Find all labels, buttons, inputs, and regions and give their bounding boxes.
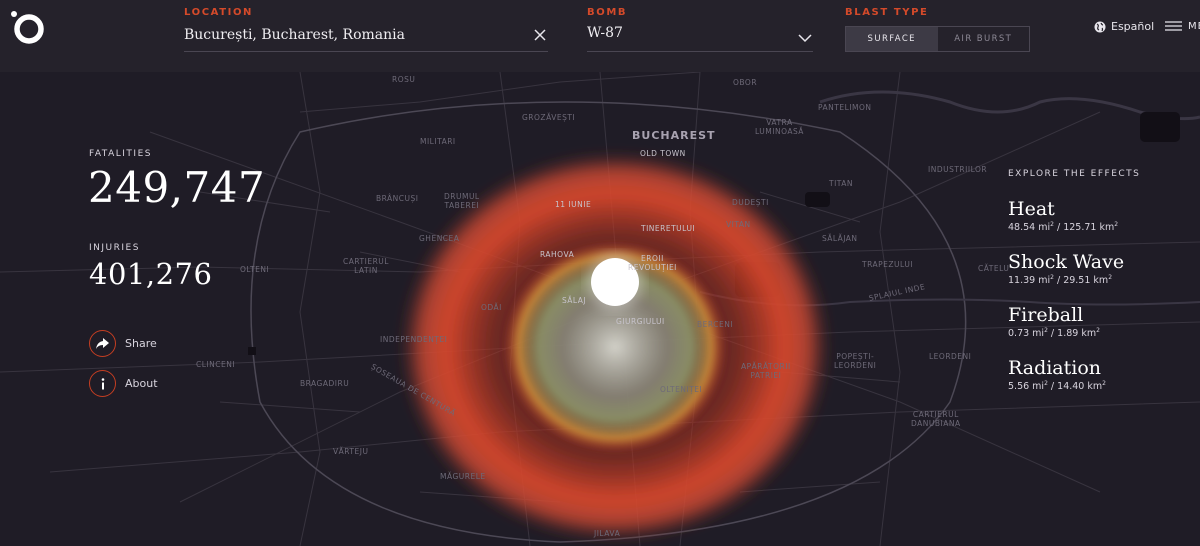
map-label-ghencea: GHENCEA [419,234,460,243]
city-label: BUCHAREST [632,129,716,142]
map-label-titan: TITAN [829,179,854,188]
injuries-label: INJURIES [89,243,140,253]
map-label-tineretului: TINERETULUI [641,224,696,233]
language-button[interactable]: Español [1094,20,1154,33]
effect-area: 48.54 mi2 / 125.71 km2 [1008,221,1119,234]
globe-icon [1094,21,1106,32]
map-label-oltenitei: OLTENIȚEI [660,385,703,394]
bomb-label: BOMB [587,7,628,18]
blast-option-surface[interactable]: SURFACE [846,27,938,51]
map-label-giurgiului: GIURGIULUI [616,317,665,326]
map-label-old-town: OLD TOWN [640,149,686,158]
location-input[interactable]: București, Bucharest, Romania [184,27,405,43]
bomb-value: W-87 [587,25,623,41]
effect-name: Radiation [1008,357,1102,379]
fatalities-label: FATALITIES [89,149,152,159]
map-label-militari: MILITARI [420,137,456,146]
map-label-grozavesti: GROZĂVEȘTI [522,113,576,122]
map-label-cartierul-danubiana: CARTIERUL DANUBIANA [911,410,961,428]
map-label-obor: OBOR [733,78,758,87]
blast-type-label: BLAST TYPE [845,7,929,18]
menu-label: ME [1188,20,1200,32]
map-label-vitan: VITAN [726,220,751,229]
map-label-jilava: JILAVA [594,529,621,538]
map-label-popesti-leordeni: POPEȘTI- LEORDENI [834,352,877,370]
share-icon [89,330,116,357]
map-label-rahova: RAHOVA [540,250,575,259]
map-label-11-iunie: 11 IUNIE [555,200,592,209]
effect-shock-wave[interactable]: Shock Wave 11.39 mi2 / 29.51 km2 [1008,251,1124,286]
map-label-varteju: VĂRTEJU [333,447,369,456]
share-label: Share [125,337,157,350]
about-label: About [125,377,158,390]
hamburger-icon [1165,21,1182,31]
map-label-odai: ODĂI [481,303,502,312]
location-label: LOCATION [184,7,254,18]
map-label-aparatorii-patriei: APĂRĂTORII PATRIEI [741,362,791,380]
chevron-down-icon[interactable] [797,32,813,44]
map-label-salaj: SĂLAJ [562,296,587,305]
map-label-olteni: OLTENI [240,265,270,274]
map-label-catelu: CĂTELU [978,264,1010,273]
effect-name: Fireball [1008,304,1084,326]
map-label-eroii-revolutiei: EROII REVOLUȚIEI [628,254,677,272]
map-label-magurele: MĂGURELE [440,472,486,481]
map-label-pantelimon: PANTELIMON [818,103,872,112]
blast-type-toggle: SURFACE AIR BURST [845,26,1030,52]
effect-name: Shock Wave [1008,251,1125,273]
share-button[interactable]: Share [89,330,157,357]
map-label-drumul-taberei: DRUMUL TABEREI [444,192,480,210]
map-label-salajan: SĂLĂJAN [822,234,858,243]
about-button[interactable]: About [89,370,158,397]
clear-icon[interactable] [532,27,548,43]
effect-fireball[interactable]: Fireball 0.73 mi2 / 1.89 km2 [1008,304,1100,339]
effect-area: 5.56 mi2 / 14.40 km2 [1008,380,1106,393]
map-label-vatra-luminoasa: VATRA LUMINOASĂ [755,118,804,136]
effect-name: Heat [1008,198,1055,220]
menu-button[interactable]: ME [1165,20,1200,32]
map-label-cartierul-latin: CARTIERUL LATIN [343,257,389,275]
map-label-bragadiru: BRAGADIRU [300,379,350,388]
map-label-brancusi: BRÂNCUȘI [376,194,419,203]
logo-icon[interactable] [8,8,48,48]
map-label-dudesti: DUDEȘTI [732,198,769,207]
effect-area: 11.39 mi2 / 29.51 km2 [1008,274,1113,287]
location-field[interactable]: București, Bucharest, Romania [184,22,548,52]
fatalities-value: 249,747 [88,163,266,212]
info-icon [89,370,116,397]
injuries-value: 401,276 [89,257,213,291]
map-label-rosu: ROSU [392,75,416,84]
top-bar: LOCATION București, Bucharest, Romania B… [0,0,1200,72]
map-label-clinceni: CLINCENI [196,360,236,369]
effects-title: EXPLORE THE EFFECTS [1008,169,1141,179]
map-label-independentei: INDEPENDENȚEI [380,335,448,344]
map-label-leordeni: LEORDENI [929,352,972,361]
map-label-trapezului: TRAPEZULUI [862,260,914,269]
blast-option-air-burst[interactable]: AIR BURST [938,27,1030,51]
effect-radiation[interactable]: Radiation 5.56 mi2 / 14.40 km2 [1008,357,1106,392]
language-label: Español [1111,20,1155,33]
bomb-select[interactable]: W-87 [587,22,813,52]
effect-area: 0.73 mi2 / 1.89 km2 [1008,327,1100,340]
map-label-industriilor: INDUSTRIILOR [928,165,988,174]
effect-heat[interactable]: Heat 48.54 mi2 / 125.71 km2 [1008,198,1118,233]
map-label-berceni: BERCENI [697,320,734,329]
